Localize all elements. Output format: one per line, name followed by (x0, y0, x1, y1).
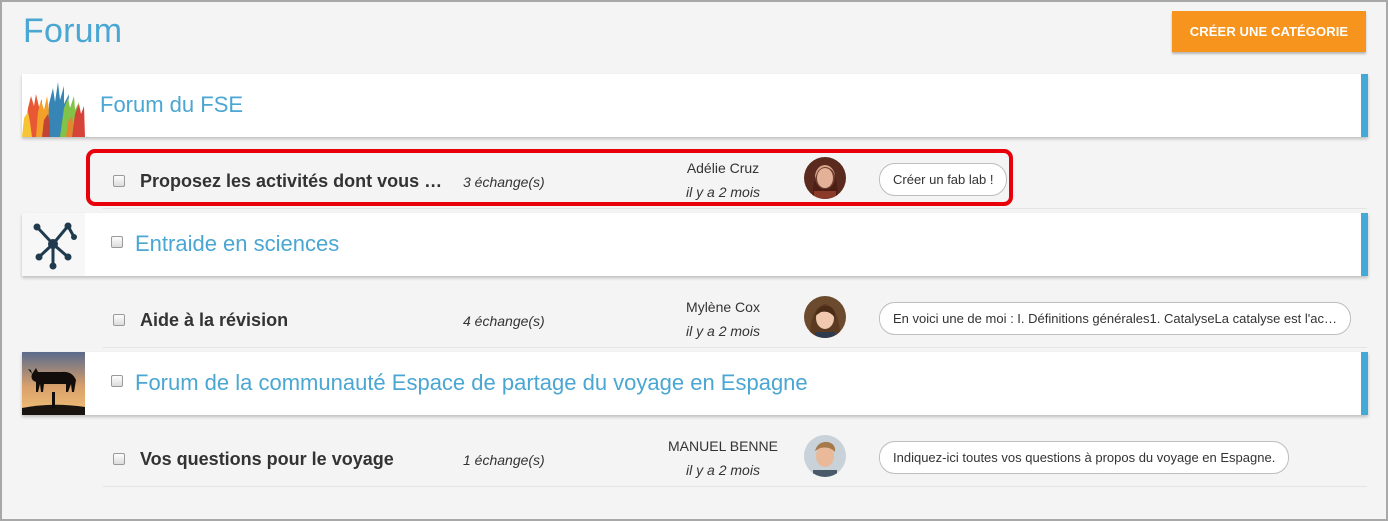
topic-row[interactable]: Proposez les activités dont vous a… 3 éc… (103, 146, 1367, 209)
molecule-icon (22, 213, 85, 276)
category-espagne[interactable]: Forum de la communauté Espace de partage… (22, 352, 1368, 415)
last-message-bubble[interactable]: Indiquez-ici toutes vos questions à prop… (879, 441, 1290, 474)
last-message-bubble[interactable]: Créer un fab lab ! (879, 163, 1008, 196)
avatar (804, 296, 846, 338)
forum-page: Forum CRÉER UNE CATÉGORIE Forum du FSE P… (0, 0, 1388, 521)
topic-date: il y a 2 mois (686, 323, 760, 339)
category-title[interactable]: Forum de la communauté Espace de partage… (135, 370, 808, 396)
avatar (804, 157, 846, 199)
page-title: Forum (23, 12, 123, 50)
last-message-bubble[interactable]: En voici une de moi : I. Définitions gén… (879, 302, 1351, 335)
topic-author: Adélie Cruz (686, 160, 760, 176)
topic-date: il y a 2 mois (686, 184, 760, 200)
create-category-button[interactable]: CRÉER UNE CATÉGORIE (1172, 11, 1366, 52)
topic-title[interactable]: Vos questions pour le voyage (140, 449, 450, 470)
topic-exchange-count: 4 échange(s) (463, 313, 545, 329)
category-accent-bar (1361, 74, 1368, 137)
topic-exchange-count: 1 échange(s) (463, 452, 545, 468)
topic-author: Mylène Cox (686, 299, 760, 315)
topic-title[interactable]: Aide à la révision (140, 310, 450, 331)
avatar (804, 435, 846, 477)
topic-exchange-count: 3 échange(s) (463, 174, 545, 190)
category-accent-bar (1361, 213, 1368, 276)
category-title[interactable]: Forum du FSE (100, 92, 243, 118)
raised-hands-image (22, 74, 85, 137)
topic-date: il y a 2 mois (686, 462, 760, 478)
topic-checkbox[interactable] (113, 314, 125, 326)
topic-checkbox[interactable] (113, 453, 125, 465)
topic-checkbox[interactable] (113, 175, 125, 187)
bull-sunset-image (22, 352, 85, 415)
topic-title[interactable]: Proposez les activités dont vous a… (140, 171, 450, 192)
topic-author: MANUEL BENNE (668, 438, 778, 454)
category-entraide-sciences[interactable]: Entraide en sciences (22, 213, 1368, 276)
category-checkbox[interactable] (111, 236, 123, 248)
category-checkbox[interactable] (111, 375, 123, 387)
topic-row[interactable]: Aide à la révision 4 échange(s) Mylène C… (103, 285, 1367, 348)
category-forum-fse[interactable]: Forum du FSE (22, 74, 1368, 137)
category-accent-bar (1361, 352, 1368, 415)
topic-row[interactable]: Vos questions pour le voyage 1 échange(s… (103, 424, 1367, 487)
category-title[interactable]: Entraide en sciences (135, 231, 339, 257)
